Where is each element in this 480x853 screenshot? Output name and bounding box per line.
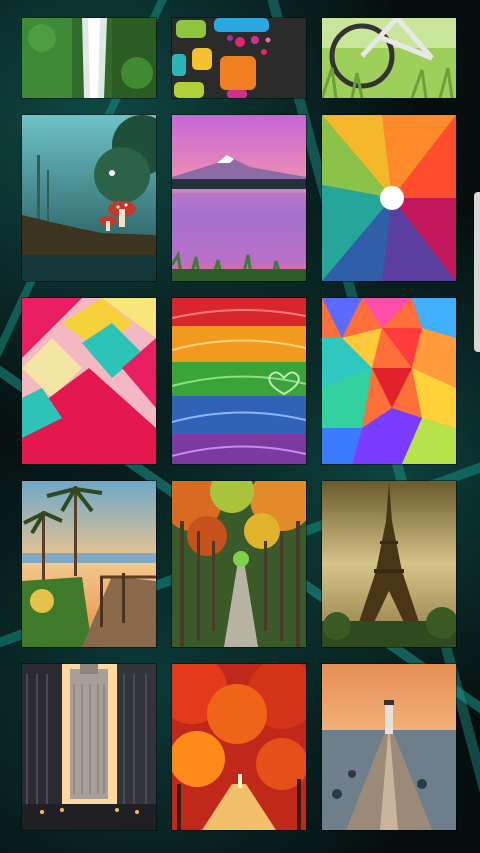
wallpaper-thumbnail-waterfall-forest[interactable] xyxy=(22,18,156,98)
wallpaper-thumbnail-mountain-lake-sunset[interactable] xyxy=(172,115,306,281)
scrollbar-handle[interactable] xyxy=(474,192,480,352)
wallpaper-thumbnail-bicycle-grass[interactable] xyxy=(322,18,456,98)
wallpaper-thumbnail-eiffel-tower-sepia[interactable] xyxy=(322,481,456,647)
wallpaper-thumbnail-rainbow-hearts-stripes[interactable] xyxy=(172,298,306,464)
wallpaper-thumbnail-palm-boardwalk-sunset[interactable] xyxy=(22,481,156,647)
wallpaper-thumbnail-city-skyscrapers-night[interactable] xyxy=(22,664,156,830)
wallpaper-thumbnail-geometric-diamonds[interactable] xyxy=(22,298,156,464)
wallpaper-thumbnail-red-autumn-trees[interactable] xyxy=(172,664,306,830)
wallpaper-thumbnail-lighthouse-pier-dusk[interactable] xyxy=(322,664,456,830)
wallpaper-thumbnail-fantasy-forest-mushrooms[interactable] xyxy=(22,115,156,281)
wallpaper-thumbnail-color-petals-burst[interactable] xyxy=(322,115,456,281)
wallpaper-thumbnail-low-poly-colorful[interactable] xyxy=(322,298,456,464)
wallpaper-thumbnail-autumn-tree-tunnel[interactable] xyxy=(172,481,306,647)
wallpaper-grid xyxy=(22,18,456,830)
wallpaper-thumbnail-colorful-rounded-squares[interactable] xyxy=(172,18,306,98)
